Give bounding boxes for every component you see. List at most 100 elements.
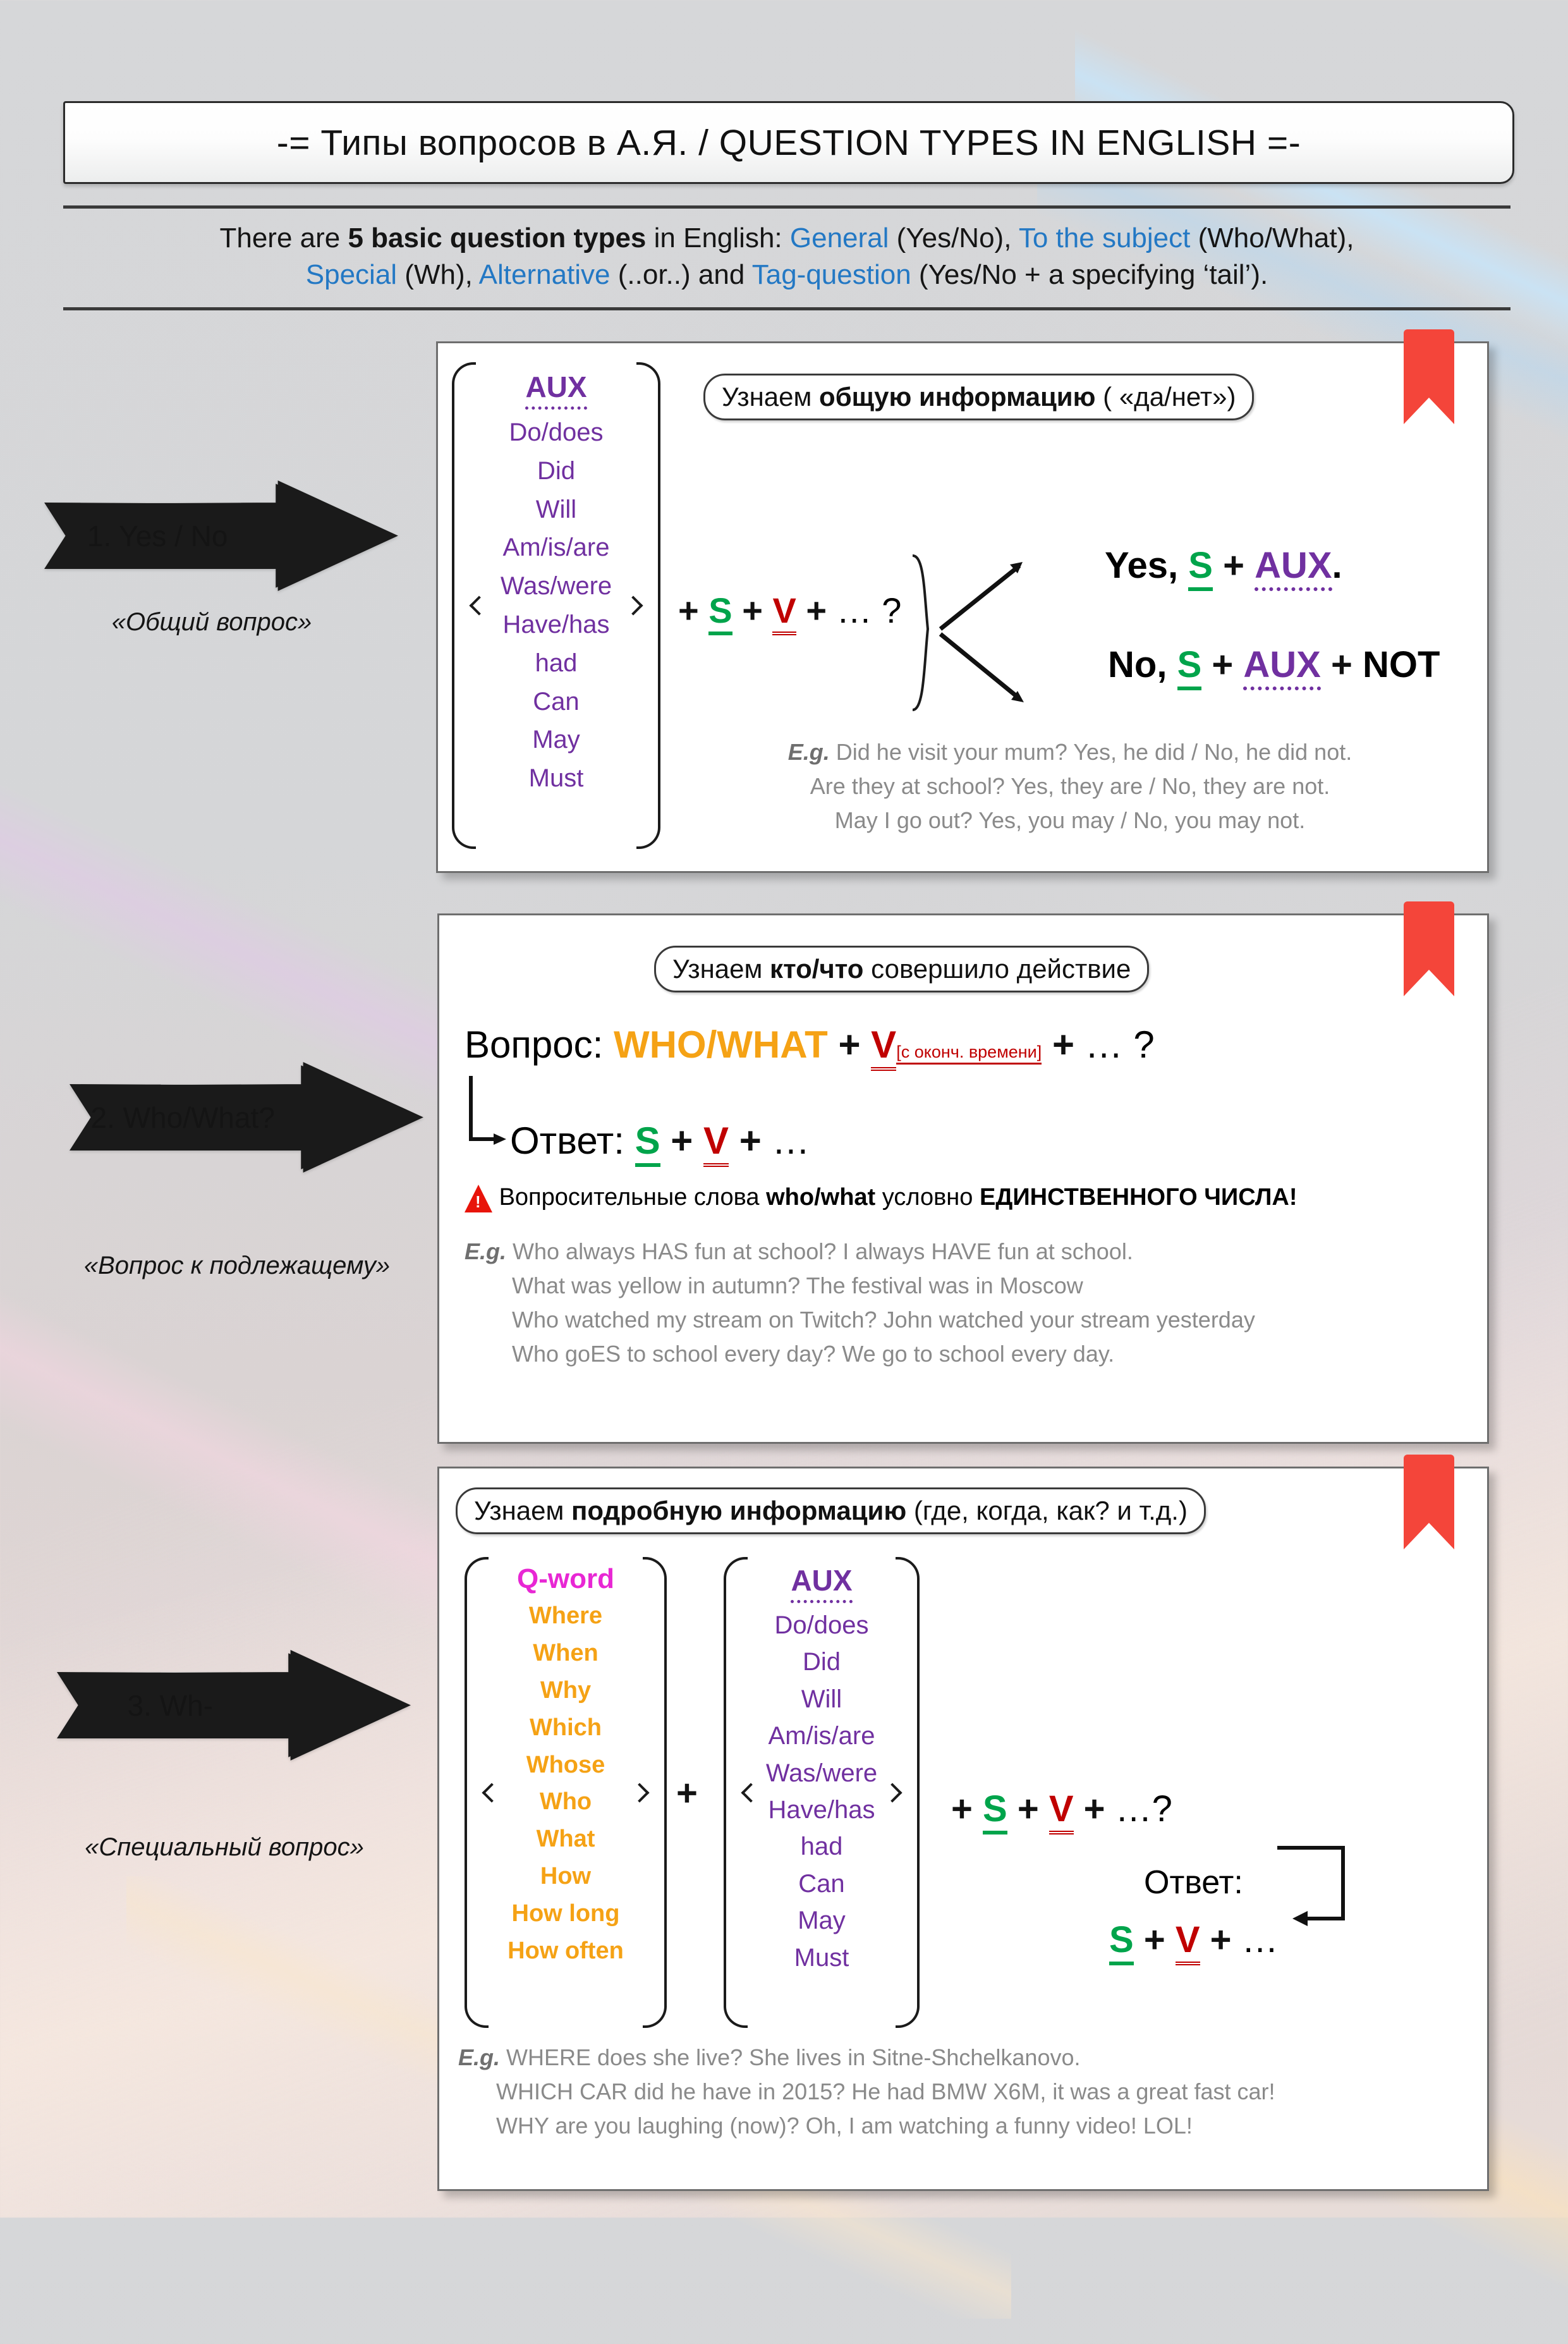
example-text: Who always HAS fun at school? I always H…: [513, 1238, 1133, 1264]
warning-text-who-what: who/what: [766, 1184, 876, 1211]
qword-item: How often: [507, 1938, 624, 1965]
example-text: What was yellow in autumn? The festival …: [512, 1273, 1083, 1298]
example-line: Are they at school? Yes, they are / No, …: [691, 769, 1449, 803]
brace-right-icon-qword: [643, 1557, 667, 2028]
question-label-2: Вопрос:: [465, 1023, 604, 1066]
formula-3: + S + V + …?: [951, 1788, 1172, 1834]
purpose-banner-3: Узнаем подробную информацию (где, когда,…: [456, 1487, 1206, 1534]
aux-item: Must: [528, 764, 584, 793]
section-3-arrow-block: 3. Wh- «Специальный вопрос»: [57, 1650, 436, 1864]
intro-text-1b: 5 basic question types: [348, 223, 647, 253]
answer-subject-2: S: [635, 1120, 660, 1167]
banner-text-3a: Узнаем: [474, 1496, 572, 1525]
formula-plus: +: [1017, 1788, 1039, 1829]
examples-3: E.g. WHERE does she live? She lives in S…: [458, 2041, 1469, 2143]
brace-left-icon-1: [452, 362, 476, 849]
card-yes-no: AUX Do/does Did Will Am/is/are Was/were …: [436, 329, 1489, 873]
answer-yes-1: Yes, S + AUX.: [1105, 544, 1342, 591]
aux-heading-1: AUX: [525, 370, 587, 410]
examples-label-2: E.g.: [465, 1238, 507, 1264]
examples-1: E.g. Did he visit your mum? Yes, he did …: [691, 735, 1449, 838]
aux-item: Will: [801, 1685, 842, 1713]
banner-text-1a: Узнаем: [722, 382, 820, 412]
answer-yes-subject: S: [1188, 545, 1213, 591]
answer-yes-dot: .: [1332, 545, 1342, 586]
example-text: May I go out? Yes, you may / No, you may…: [834, 807, 1306, 833]
aux-item: Did: [802, 1648, 841, 1676]
qword-heading: Q-word: [517, 1563, 614, 1594]
answer-tail-2: …: [772, 1120, 810, 1162]
purpose-banner-1: Узнаем общую информацию ( «да/нет»): [703, 374, 1255, 420]
aux-item: had: [535, 649, 578, 677]
qword-item: When: [533, 1639, 599, 1666]
intro-type-alternative: Alternative: [478, 259, 611, 291]
example-text: Who goES to school every day? We go to s…: [512, 1341, 1115, 1367]
question-plus: +: [838, 1023, 861, 1066]
brace-left-icon-qword: [465, 1557, 489, 2028]
intro-line-2: Special (Wh), Alternative (..or..) and T…: [63, 257, 1510, 293]
brace-left-icon-aux3: [724, 1557, 748, 2028]
qword-item: Why: [540, 1676, 592, 1704]
question-tail-2: … ?: [1085, 1023, 1155, 1066]
answer-subject-3: S: [1109, 1919, 1134, 1965]
formula-subject: S: [708, 590, 732, 635]
intro-text-2b: (Wh),: [397, 259, 479, 291]
aux-item: Do/does: [774, 1611, 869, 1639]
banner-text-2b: кто/что: [770, 954, 864, 984]
aux-item: Will: [535, 495, 577, 523]
example-line: E.g. WHERE does she live? She lives in S…: [458, 2041, 1469, 2075]
example-line: Who watched my stream on Twitch? John wa…: [465, 1303, 1450, 1337]
qword-list-3: Q-word Where When Why Which Whose Who Wh…: [465, 1557, 667, 2028]
example-line: WHICH CAR did he have in 2015? He had BM…: [458, 2075, 1469, 2109]
examples-label-3: E.g.: [458, 2044, 501, 2070]
answer-no-aux: AUX: [1243, 644, 1321, 690]
answer-no-not: NOT: [1362, 644, 1440, 685]
banner-text-2c: совершило действие: [863, 954, 1131, 984]
banner-wrap-2: Узнаем кто/что совершило действие: [654, 946, 1150, 992]
warning-text-b: условно: [875, 1184, 980, 1211]
question-formula-2: Вопрос: WHO/WHAT + V[с оконч. времени] +…: [465, 1023, 1155, 1071]
arrow-shape-1: 1. Yes / No: [44, 480, 398, 591]
arrow-shape-2: 2. Who/What?: [70, 1062, 423, 1173]
aux-item: Can: [798, 1869, 845, 1898]
page-title-banner: -= Типы вопросов в А.Я. / QUESTION TYPES…: [63, 101, 1514, 184]
intro-block: There are 5 basic question types in Engl…: [63, 205, 1510, 311]
intro-type-to-the-subject: To the subject: [1018, 223, 1191, 253]
formula-plus: +: [742, 590, 763, 630]
examples-2: E.g. Who always HAS fun at school? I alw…: [465, 1235, 1450, 1371]
formula-plus: +: [1083, 1788, 1105, 1829]
answer-verb-2: V: [703, 1120, 729, 1167]
formula-verb: V: [1048, 1788, 1074, 1834]
elbow-arrow-icon-2: [469, 1076, 506, 1145]
answer-yes-plus: +: [1223, 545, 1244, 586]
intro-text-1a: There are: [219, 223, 348, 253]
banner-wrap-3: Узнаем подробную информацию (где, когда,…: [456, 1487, 1206, 1534]
bookmark-icon-2: [1404, 901, 1454, 996]
qword-item: What: [536, 1826, 595, 1853]
formula-tail: … ?: [836, 590, 902, 630]
answer-yes-word: Yes,: [1105, 545, 1179, 586]
section-1-arrow-block: 1. Yes / No «Общий вопрос»: [44, 480, 423, 639]
examples-label-1: E.g.: [787, 739, 830, 765]
intro-text-1g: (Who/What),: [1190, 223, 1354, 253]
card-wh: Узнаем подробную информацию (где, когда,…: [437, 1455, 1489, 2191]
arrow-label-1: 1. Yes / No: [87, 519, 228, 552]
aux-item: Did: [537, 456, 576, 485]
answer-plus: +: [671, 1120, 693, 1162]
banner-text-3c: (где, когда, как? и т.д.): [906, 1496, 1188, 1525]
answer-no-plus: +: [1212, 644, 1234, 685]
banner-text-1c: ( «да/нет»): [1095, 382, 1236, 412]
answer-plus: +: [1143, 1919, 1165, 1960]
answer-no-plus: +: [1330, 644, 1352, 685]
qword-item: Which: [530, 1714, 602, 1741]
banner-text-3b: подробную информацию: [571, 1496, 907, 1525]
arrow-label-3: 3. Wh-: [127, 1688, 213, 1722]
qword-item: How long: [511, 1900, 620, 1927]
answer-verb-3: V: [1175, 1919, 1200, 1965]
answer-label-3: Ответ:: [1144, 1864, 1243, 1901]
example-text: WHICH CAR did he have in 2015? He had BM…: [496, 2078, 1275, 2104]
answer-label-2: Ответ:: [510, 1120, 624, 1162]
question-plus: +: [1052, 1023, 1074, 1066]
question-verb-note-2: [с оконч. времени]: [896, 1042, 1042, 1065]
page-title: -= Типы вопросов в А.Я. / QUESTION TYPES…: [276, 122, 1301, 163]
